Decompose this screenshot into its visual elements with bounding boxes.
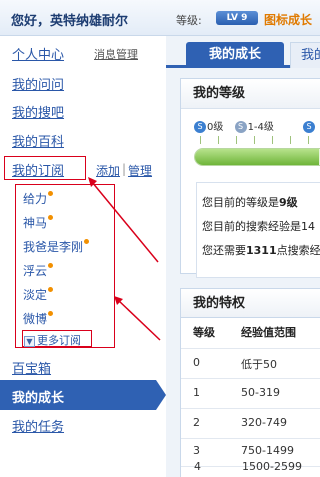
privilege-panel-title: 我的特权 bbox=[180, 288, 320, 318]
row-divider bbox=[181, 378, 320, 379]
tick-mark bbox=[218, 136, 219, 144]
table-cell-level: 3 bbox=[193, 444, 200, 457]
annotation-box-subscriptions bbox=[4, 156, 86, 180]
info-text: 您还需要 bbox=[202, 244, 246, 257]
annotation-box-subscription-list bbox=[15, 184, 115, 348]
row-divider bbox=[181, 438, 320, 439]
info-value: 9级 bbox=[279, 196, 298, 209]
badge-growth-link[interactable]: 图标成长 bbox=[264, 11, 312, 28]
table-cell-range: 低于50 bbox=[241, 358, 277, 371]
sidebar-item-my-baike[interactable]: 我的百科 bbox=[12, 131, 64, 150]
table-cell-range: 320-749 bbox=[241, 416, 287, 429]
sidebar-item-message-manage[interactable]: 消息管理 bbox=[94, 46, 138, 62]
tick-mark bbox=[200, 136, 201, 144]
sidebar-item-personal-center[interactable]: 个人中心 bbox=[12, 44, 64, 63]
level-badge: LV 9 bbox=[216, 11, 258, 25]
info-text: 您目前的等级是 bbox=[202, 196, 279, 209]
info-current-level: 您目前的等级是9级 bbox=[202, 194, 298, 210]
level-0-icon: S bbox=[194, 121, 206, 133]
table-cell-level: 1 bbox=[193, 386, 200, 399]
level-range-label: 1-4级 bbox=[247, 122, 274, 133]
table-cell-level: 4 bbox=[194, 460, 201, 473]
sidebar-item-my-growth[interactable]: 我的成长 bbox=[0, 380, 166, 410]
info-search-exp: 您目前的搜索经验是14 bbox=[202, 220, 315, 233]
tab-bar: 我的成长 我的 bbox=[166, 36, 320, 68]
info-points-needed: 您还需要1311点搜索经 bbox=[202, 242, 320, 258]
chevron-down-icon: ▼ bbox=[24, 335, 35, 347]
table-cell-range: 50-319 bbox=[241, 386, 280, 399]
row-divider bbox=[181, 348, 320, 349]
table-cell-range: 750-1499 bbox=[241, 444, 294, 457]
add-subscription-link[interactable]: 添加 bbox=[96, 162, 120, 179]
more-subscriptions-label: 更多订阅 bbox=[37, 334, 81, 347]
sidebar-item-my-soba[interactable]: 我的搜吧 bbox=[12, 102, 64, 121]
sidebar-item-my-questions[interactable]: 我的问问 bbox=[12, 74, 64, 93]
level-ticks bbox=[200, 136, 320, 144]
tab-other[interactable]: 我的 bbox=[290, 42, 320, 68]
tick-mark bbox=[272, 136, 273, 144]
info-text: 点搜索经 bbox=[276, 244, 320, 257]
level-1-4-icon: S bbox=[234, 121, 247, 133]
sidebar-item-my-tasks[interactable]: 我的任务 bbox=[12, 416, 64, 435]
tick-mark bbox=[290, 136, 291, 144]
top-bar: 您好，英特纳雄耐尔 等级: LV 9 图标成长 bbox=[0, 0, 320, 36]
link-separator: | bbox=[122, 162, 127, 176]
level-legend: S 0级 S 1-4级 S bbox=[194, 118, 316, 133]
info-value: 1311 bbox=[246, 244, 277, 257]
column-header-exp-range: 经验值范围 bbox=[241, 326, 296, 339]
level-range-label: 0级 bbox=[207, 122, 224, 133]
tick-mark bbox=[308, 136, 309, 144]
column-header-level: 等级 bbox=[193, 326, 215, 339]
sidebar-item-label: 我的成长 bbox=[12, 391, 65, 406]
table-cell-level: 0 bbox=[193, 356, 200, 369]
level-progress-bar bbox=[194, 148, 320, 166]
level-label: 等级: bbox=[176, 14, 202, 27]
sidebar-item-treasure-box[interactable]: 百宝箱 bbox=[12, 358, 51, 377]
greeting-text: 您好，英特纳雄耐尔 bbox=[11, 14, 129, 29]
level-panel-title: 我的等级 bbox=[181, 79, 320, 109]
table-cell-range: 1500-2599 bbox=[242, 460, 302, 473]
tab-my-growth[interactable]: 我的成长 bbox=[186, 42, 284, 68]
tick-mark bbox=[236, 136, 237, 144]
tick-mark bbox=[254, 136, 255, 144]
main-content: 我的成长 我的 我的等级 S0级 S1-4级 S 您目前的等级是9级 您目前的搜… bbox=[166, 36, 320, 477]
row-divider bbox=[181, 408, 320, 409]
level-progress-fill bbox=[195, 149, 320, 165]
table-cell-level: 2 bbox=[193, 416, 200, 429]
more-subscriptions-button[interactable]: ▼ 更多订阅 bbox=[24, 332, 81, 347]
level-next-icon: S bbox=[303, 121, 316, 133]
manage-subscription-link[interactable]: 管理 bbox=[128, 162, 152, 179]
privilege-table: 等级 经验值范围 0 低于50 1 50-319 2 320-749 3 750… bbox=[180, 318, 320, 477]
